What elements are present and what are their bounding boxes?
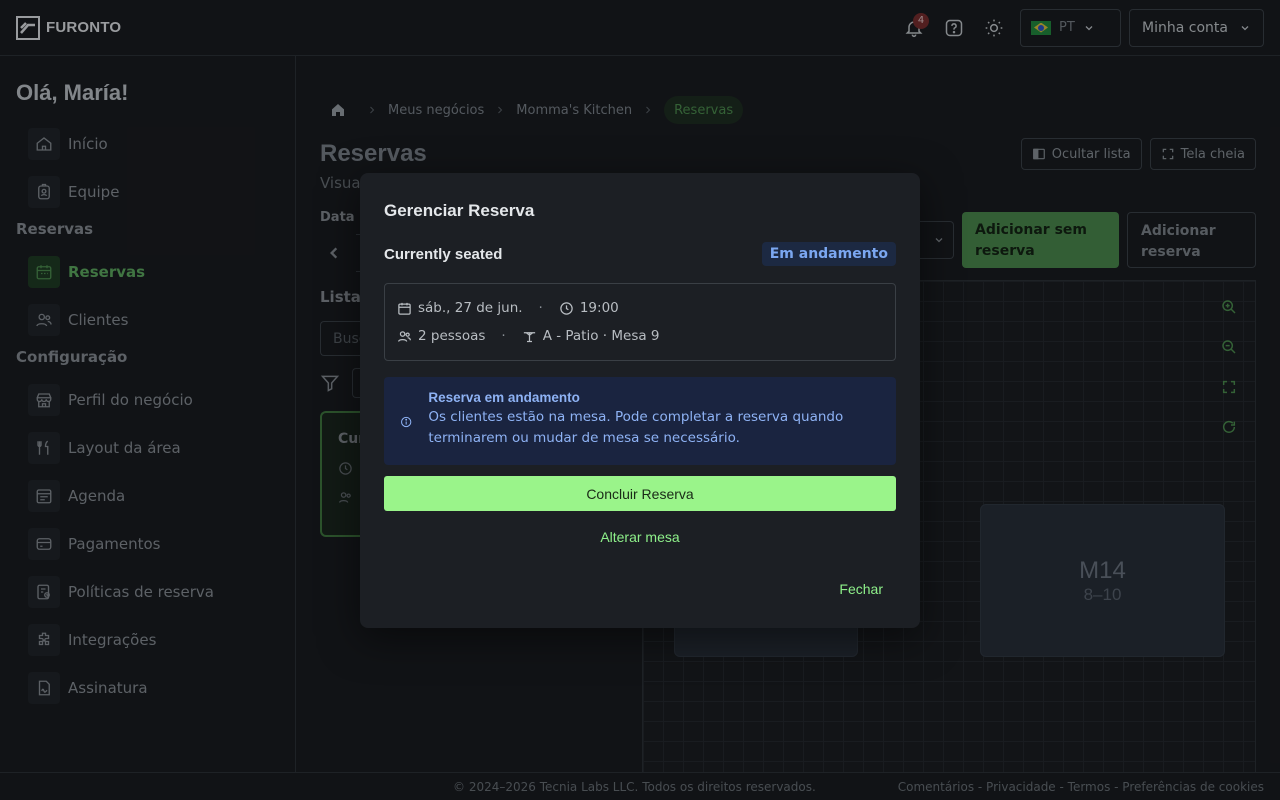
date-time-row: sáb., 27 de jun. · 19:00 [397,296,883,320]
reservation-time: 19:00 [579,300,619,316]
calendar-icon [398,302,411,315]
users-icon [397,330,412,342]
separator: · [538,300,543,316]
table-icon [523,331,535,342]
info-alert: Reserva em andamento Os clientes estão n… [384,377,896,465]
complete-reservation-button[interactable]: Concluir Reserva [384,476,896,511]
guests-table-row: 2 pessoas · A - Patio · Mesa 9 [397,324,883,348]
table-assignment: A - Patio · Mesa 9 [542,328,660,344]
status-badge: Em andamento [761,242,896,266]
status-row: Currently seated Em andamento [384,241,896,267]
separator: · [501,328,506,344]
change-table-button[interactable]: Alterar mesa [384,523,896,551]
alert-title: Reserva em andamento [428,390,580,405]
manage-reservation-modal: Gerenciar Reserva Currently seated Em an… [360,173,920,628]
guest-count: 2 pessoas [418,328,486,344]
alert-body: Reserva em andamento Os clientes estão n… [428,390,880,449]
seating-status: Currently seated [384,245,503,263]
info-icon [401,416,412,428]
modal-title: Gerenciar Reserva [384,201,535,220]
alert-text: Os clientes estão na mesa. Pode completa… [428,409,844,446]
reservation-date: sáb., 27 de jun. [418,300,523,316]
reservation-details: sáb., 27 de jun. · 19:00 2 pessoas · A -… [384,283,896,361]
clock-icon [560,301,573,315]
close-button[interactable]: Fechar [826,574,896,604]
